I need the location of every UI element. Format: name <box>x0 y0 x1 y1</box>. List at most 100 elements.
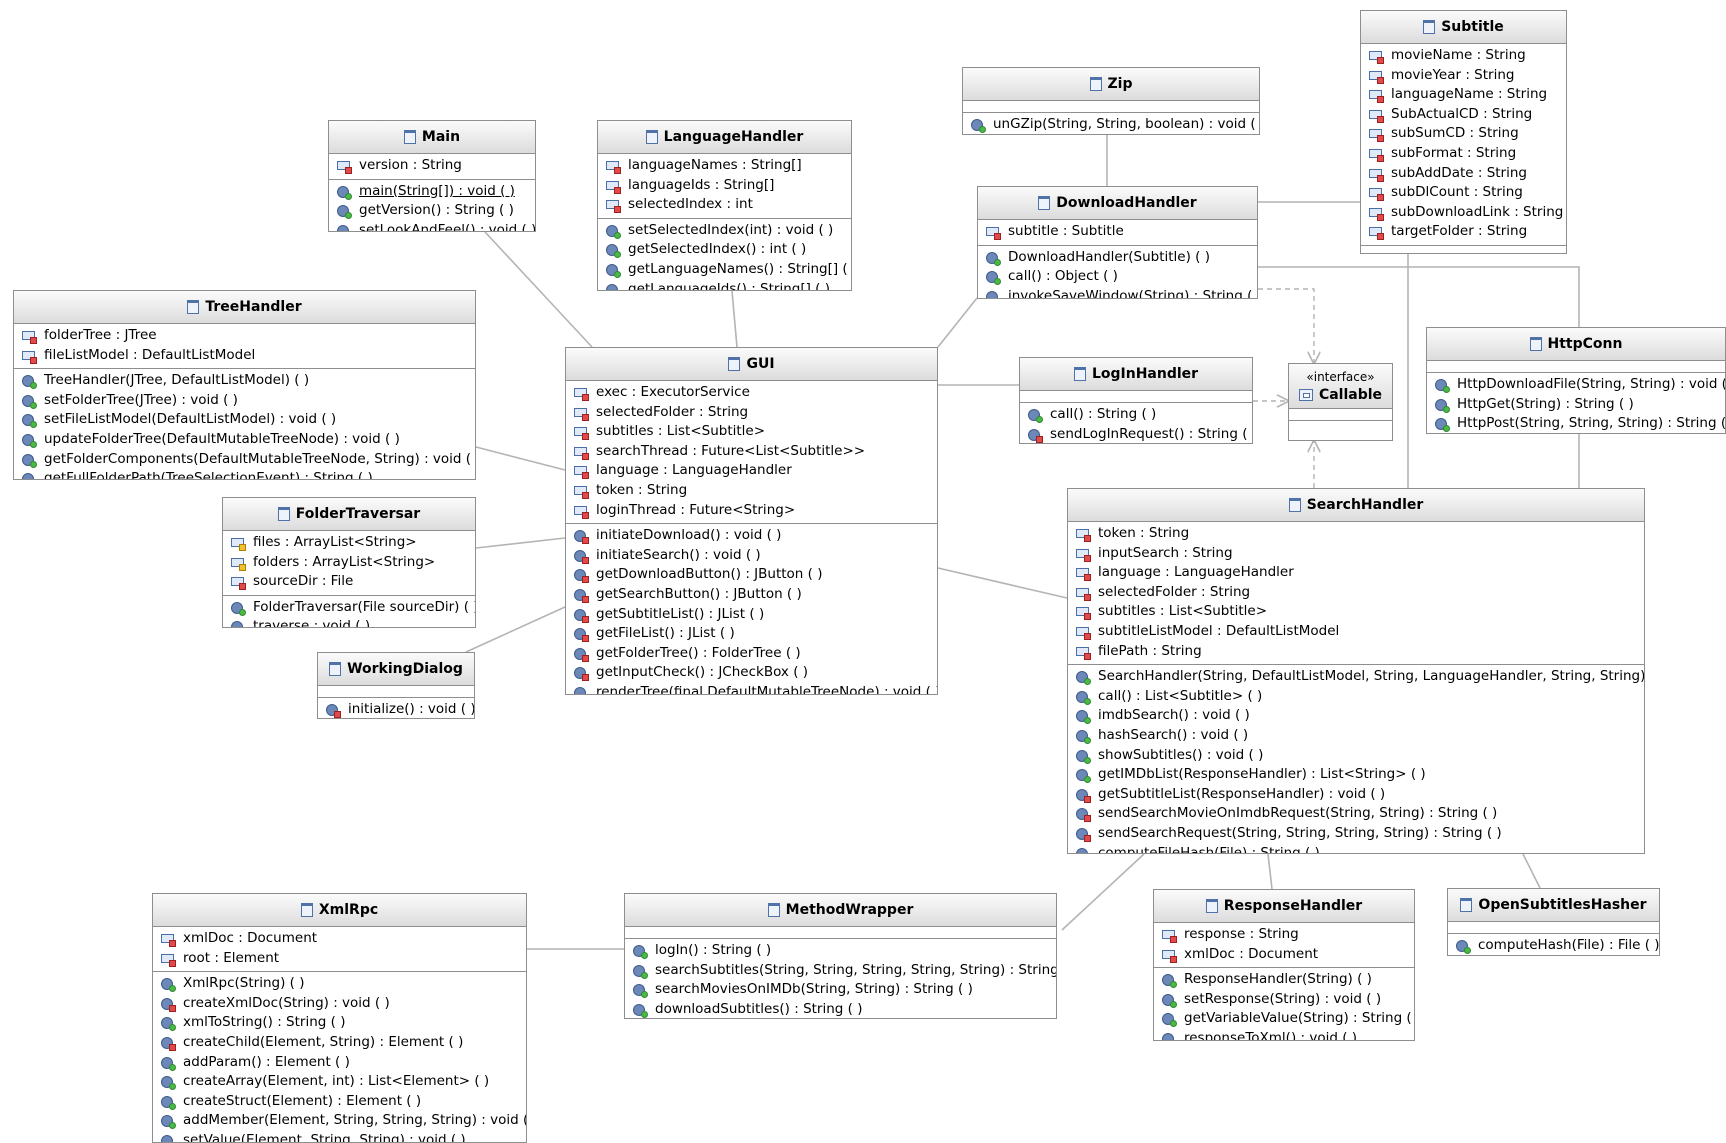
field-row[interactable]: selectedFolder : String <box>566 403 937 423</box>
field-row[interactable]: xmlDoc : Document <box>1154 945 1414 965</box>
method-row[interactable]: searchMoviesOnIMDb(String, String) : Str… <box>625 980 1056 1000</box>
class-subtitle[interactable]: Subtitle movieName : String movieYear : St… <box>1360 10 1567 254</box>
field-row[interactable]: subtitles : List<Subtitle> <box>566 422 937 442</box>
method-row[interactable]: renderTree(final DefaultMutableTreeNode)… <box>566 683 937 694</box>
method-row[interactable]: getVariableValue(String) : String ( ) <box>1154 1009 1414 1029</box>
method-row[interactable]: getSearchButton() : JButton ( ) <box>566 585 937 605</box>
method-row[interactable]: responseToXml() : void ( ) <box>1154 1029 1414 1040</box>
class-downloadhandler[interactable]: DownloadHandler subtitle : Subtitle Downlo… <box>977 186 1258 299</box>
method-row[interactable]: HttpDownloadFile(String, String) : void … <box>1427 375 1725 395</box>
field-row[interactable]: subAddDate : String <box>1361 164 1566 184</box>
method-row[interactable]: getDownloadButton() : JButton ( ) <box>566 565 937 585</box>
field-row[interactable]: loginThread : Future<String> <box>566 501 937 521</box>
method-row[interactable]: getSelectedIndex() : int ( ) <box>598 240 851 260</box>
class-foldertraversar[interactable]: FolderTraversar files : ArrayList<String>… <box>222 497 476 628</box>
field-row[interactable]: filePath : String <box>1068 642 1644 662</box>
method-row[interactable]: getLanguageIds() : String[] ( ) <box>598 280 851 290</box>
method-row[interactable]: main(String[]) : void ( ) <box>329 182 535 202</box>
field-row[interactable]: root : Element <box>153 949 526 969</box>
class-treehandler[interactable]: TreeHandler folderTree : JTree fileListMod… <box>13 290 476 480</box>
field-row[interactable]: folderTree : JTree <box>14 326 475 346</box>
class-methodwrapper[interactable]: MethodWrapper logIn() : String ( ) searchS… <box>624 893 1057 1019</box>
field-row[interactable]: searchThread : Future<List<Subtitle>> <box>566 442 937 462</box>
class-main[interactable]: Main version : String main(String[]) : voi… <box>328 120 536 232</box>
class-opensubtitleshasher[interactable]: OpenSubtitlesHasher computeHash(File) : F… <box>1447 888 1660 956</box>
field-row[interactable]: token : String <box>1068 524 1644 544</box>
class-loginhandler[interactable]: LogInHandler call() : String ( ) sendLogIn… <box>1019 357 1253 444</box>
field-row[interactable]: movieYear : String <box>1361 66 1566 86</box>
method-row[interactable]: createChild(Element, String) : Element (… <box>153 1033 526 1053</box>
method-row[interactable]: setSelectedIndex(int) : void ( ) <box>598 221 851 241</box>
class-zip[interactable]: Zip unGZip(String, String, boolean) : voi… <box>962 67 1260 135</box>
field-row[interactable]: files : ArrayList<String> <box>223 533 475 553</box>
method-row[interactable]: getFolderComponents(DefaultMutableTreeNo… <box>14 450 475 470</box>
field-row[interactable]: language : LanguageHandler <box>1068 563 1644 583</box>
class-httpconn[interactable]: HttpConn HttpDownloadFile(String, String)… <box>1426 327 1726 434</box>
method-row[interactable]: downloadSubtitles() : String ( ) <box>625 1000 1056 1018</box>
method-row[interactable]: sendSearchRequest(String, String, String… <box>1068 824 1644 844</box>
field-row[interactable]: exec : ExecutorService <box>566 383 937 403</box>
field-row[interactable]: inputSearch : String <box>1068 544 1644 564</box>
method-row[interactable]: XmlRpc(String) ( ) <box>153 974 526 994</box>
method-row[interactable]: setValue(Element, String, String) : void… <box>153 1131 526 1142</box>
method-row[interactable]: getInputCheck() : JCheckBox ( ) <box>566 663 937 683</box>
field-row[interactable]: subtitle : Subtitle <box>978 222 1257 242</box>
field-row[interactable]: languageIds : String[] <box>598 176 851 196</box>
method-row[interactable]: searchSubtitles(String, String, String, … <box>625 961 1056 981</box>
field-row[interactable]: targetFolder : String <box>1361 222 1566 242</box>
method-row[interactable]: getSubtitleList(ResponseHandler) : void … <box>1068 785 1644 805</box>
class-workingdialog[interactable]: WorkingDialog initialize() : void ( ) <box>317 652 475 719</box>
class-responsehandler[interactable]: ResponseHandler response : String xmlDoc :… <box>1153 889 1415 1041</box>
method-row[interactable]: getFullFolderPath(TreeSelectionEvent) : … <box>14 469 475 479</box>
field-row[interactable]: languageName : String <box>1361 85 1566 105</box>
class-xmlrpc[interactable]: XmlRpc xmlDoc : Document root : Element Xml… <box>152 893 527 1143</box>
method-row[interactable]: createXmlDoc(String) : void ( ) <box>153 994 526 1014</box>
class-languagehandler[interactable]: LanguageHandler languageNames : String[] l… <box>597 120 852 291</box>
method-row[interactable]: addMember(Element, String, String, Strin… <box>153 1111 526 1131</box>
field-row[interactable]: subDlCount : String <box>1361 183 1566 203</box>
method-row[interactable]: DownloadHandler(Subtitle) ( ) <box>978 248 1257 268</box>
class-callable[interactable]: «interface» Callable <box>1288 363 1393 441</box>
method-row[interactable]: setFolderTree(JTree) : void ( ) <box>14 391 475 411</box>
method-row[interactable]: getSubtitleList() : JList ( ) <box>566 605 937 625</box>
method-row[interactable]: getVersion() : String ( ) <box>329 201 535 221</box>
method-row[interactable]: getFolderTree() : FolderTree ( ) <box>566 644 937 664</box>
method-row[interactable]: showSubtitles() : void ( ) <box>1068 746 1644 766</box>
class-gui[interactable]: GUI exec : ExecutorService selectedFolder … <box>565 347 938 695</box>
class-searchhandler[interactable]: SearchHandler token : String inputSearch :… <box>1067 488 1645 854</box>
field-row[interactable]: folders : ArrayList<String> <box>223 553 475 573</box>
method-row[interactable]: FolderTraversar(File sourceDir) ( ) <box>223 598 475 618</box>
field-row[interactable]: selectedFolder : String <box>1068 583 1644 603</box>
field-row[interactable]: subFormat : String <box>1361 144 1566 164</box>
method-row[interactable]: initialize() : void ( ) <box>318 700 474 718</box>
method-row[interactable]: HttpGet(String) : String ( ) <box>1427 395 1725 415</box>
method-row[interactable]: call() : Object ( ) <box>978 267 1257 287</box>
method-row[interactable]: createArray(Element, int) : List<Element… <box>153 1072 526 1092</box>
field-row[interactable]: fileListModel : DefaultListModel <box>14 346 475 366</box>
method-row[interactable]: hashSearch() : void ( ) <box>1068 726 1644 746</box>
method-row[interactable]: initiateSearch() : void ( ) <box>566 546 937 566</box>
method-row[interactable]: imdbSearch() : void ( ) <box>1068 706 1644 726</box>
method-row[interactable]: call() : String ( ) <box>1020 405 1252 425</box>
method-row[interactable]: computeHash(File) : File ( ) <box>1448 936 1659 955</box>
field-row[interactable]: subtitles : List<Subtitle> <box>1068 602 1644 622</box>
method-row[interactable]: HttpPost(String, String, String) : Strin… <box>1427 414 1725 433</box>
field-row[interactable]: subSumCD : String <box>1361 124 1566 144</box>
method-row[interactable]: setLookAndFeel() : void ( ) <box>329 221 535 231</box>
method-row[interactable]: createStruct(Element) : Element ( ) <box>153 1092 526 1112</box>
method-row[interactable]: logIn() : String ( ) <box>625 941 1056 961</box>
method-row[interactable]: SearchHandler(String, DefaultListModel, … <box>1068 667 1644 687</box>
field-row[interactable]: token : String <box>566 481 937 501</box>
method-row[interactable]: xmlToString() : String ( ) <box>153 1013 526 1033</box>
field-row[interactable]: xmlDoc : Document <box>153 929 526 949</box>
method-row[interactable]: getFileList() : JList ( ) <box>566 624 937 644</box>
method-row[interactable]: setFileListModel(DefaultListModel) : voi… <box>14 410 475 430</box>
method-row[interactable]: ResponseHandler(String) ( ) <box>1154 970 1414 990</box>
field-row[interactable]: sourceDir : File <box>223 572 475 592</box>
method-row[interactable]: initiateDownload() : void ( ) <box>566 526 937 546</box>
method-row[interactable]: updateFolderTree(DefaultMutableTreeNode)… <box>14 430 475 450</box>
field-row[interactable]: languageNames : String[] <box>598 156 851 176</box>
field-row[interactable]: version : String <box>329 156 535 176</box>
method-row[interactable]: invokeSaveWindow(String) : String ( ) <box>978 287 1257 298</box>
method-row[interactable]: getLanguageNames() : String[] ( ) <box>598 260 851 280</box>
